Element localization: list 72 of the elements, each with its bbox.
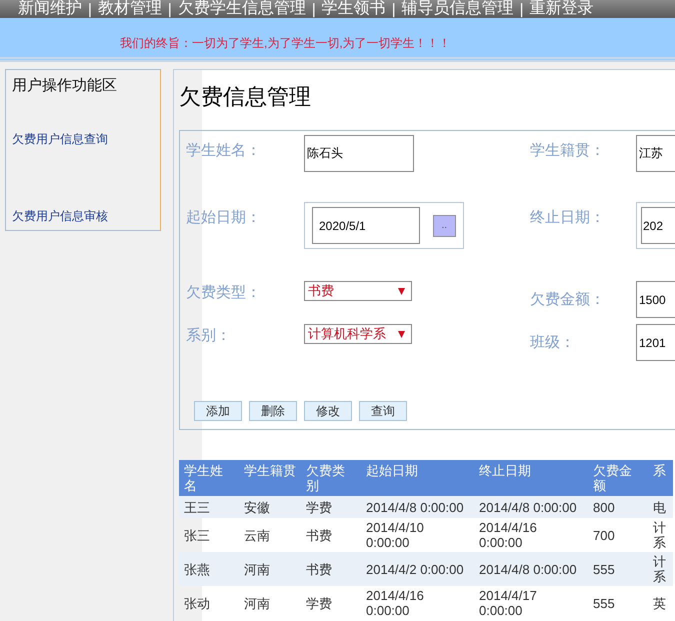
text-field[interactable]: 1500: [636, 281, 675, 318]
text-field[interactable]: 江苏: [636, 135, 675, 172]
table-cell: 河南: [239, 552, 301, 586]
field-label: 起始日期：: [186, 208, 261, 227]
table-cell: 河南: [239, 586, 301, 620]
table-cell: 安徽: [239, 496, 301, 518]
date-field[interactable]: 202: [641, 207, 675, 244]
nav-link[interactable]: 教材管理: [98, 0, 162, 18]
panel-title: 用户操作功能区: [12, 76, 117, 95]
motto-text: 我们的终旨：一切为了学生,为了学生一切,为了一切学生！！！: [120, 35, 451, 52]
table-cell: 计系: [648, 518, 673, 552]
table-cell: 王三: [179, 496, 239, 518]
table-cell: 张动: [179, 586, 239, 620]
nav-separator: |: [166, 0, 173, 18]
table-cell: 电: [648, 496, 673, 518]
date-picker-button[interactable]: ..: [432, 214, 456, 236]
table-cell: 计系: [648, 552, 673, 586]
table-cell: 学费: [301, 496, 361, 518]
nav-separator: |: [518, 0, 525, 18]
action-button[interactable]: 查询: [359, 401, 407, 421]
column-header: 欠费金额: [588, 460, 648, 496]
column-header: 学生姓名: [179, 460, 239, 496]
nav-separator: |: [390, 0, 397, 18]
column-header: 欠费类别: [301, 460, 361, 496]
column-header: 系: [648, 460, 673, 496]
table-cell: 2014/4/8 0:00:00: [474, 552, 588, 586]
field-label: 学生籍贯：: [530, 141, 605, 160]
table-cell: 英: [648, 586, 673, 620]
column-header: 起始日期: [361, 460, 474, 496]
table-cell: 800: [588, 496, 648, 518]
table-cell: 2014/4/16 0:00:00: [361, 586, 474, 620]
field-label: 终止日期：: [530, 208, 605, 227]
field-label: 欠费金额：: [530, 290, 605, 309]
caret-icon: [398, 288, 405, 294]
column-header: 终止日期: [474, 460, 588, 496]
field-label: 系别：: [186, 326, 231, 345]
table-cell: 2014/4/8 0:00:00: [361, 496, 474, 518]
table-cell: 2014/4/2 0:00:00: [361, 552, 474, 586]
table-cell: 2014/4/8 0:00:00: [474, 496, 588, 518]
action-button[interactable]: 修改: [304, 401, 352, 421]
table-cell: 2014/4/10 0:00:00: [361, 518, 474, 552]
field-label: 欠费类型：: [186, 283, 261, 302]
table-cell: 555: [588, 552, 648, 586]
action-button[interactable]: 添加: [194, 401, 242, 421]
nav-separator: |: [87, 0, 93, 18]
nav-link[interactable]: 学生领书: [322, 0, 386, 18]
field-label: 学生姓名：: [186, 141, 261, 160]
table-cell: 书费: [301, 518, 361, 552]
nav-link[interactable]: 欠费学生信息管理: [178, 0, 306, 18]
date-field[interactable]: 2020/5/1: [312, 207, 420, 244]
text-field[interactable]: 陈石头: [304, 135, 414, 172]
table-cell: 书费: [301, 552, 361, 586]
page-title: 欠费信息管理: [179, 83, 311, 111]
table-cell: 云南: [239, 518, 301, 552]
table-cell: 2014/4/16 0:00:00: [474, 518, 588, 552]
column-header: 学生籍贯: [239, 460, 301, 496]
action-button[interactable]: 删除: [249, 401, 297, 421]
table-cell: 张三: [179, 518, 239, 552]
dropdown-field[interactable]: 书费: [304, 281, 412, 301]
table-cell: 学费: [301, 586, 361, 620]
table-cell: 张燕: [179, 552, 239, 586]
dropdown-field[interactable]: 计算机科学系: [304, 324, 412, 344]
table-cell: 2014/4/17 0:00:00: [474, 586, 588, 620]
nav-separator: |: [310, 0, 317, 18]
text-field[interactable]: 1201: [636, 324, 675, 361]
caret-icon: [398, 330, 405, 338]
nav-link[interactable]: 辅导员信息管理: [402, 0, 514, 18]
field-label: 班级：: [530, 333, 575, 352]
table-cell: 700: [588, 518, 648, 552]
sidebar-link[interactable]: 欠费用户信息审核: [12, 208, 108, 225]
sidebar-link[interactable]: 欠费用户信息查询: [12, 131, 108, 148]
table-cell: 555: [588, 586, 648, 620]
